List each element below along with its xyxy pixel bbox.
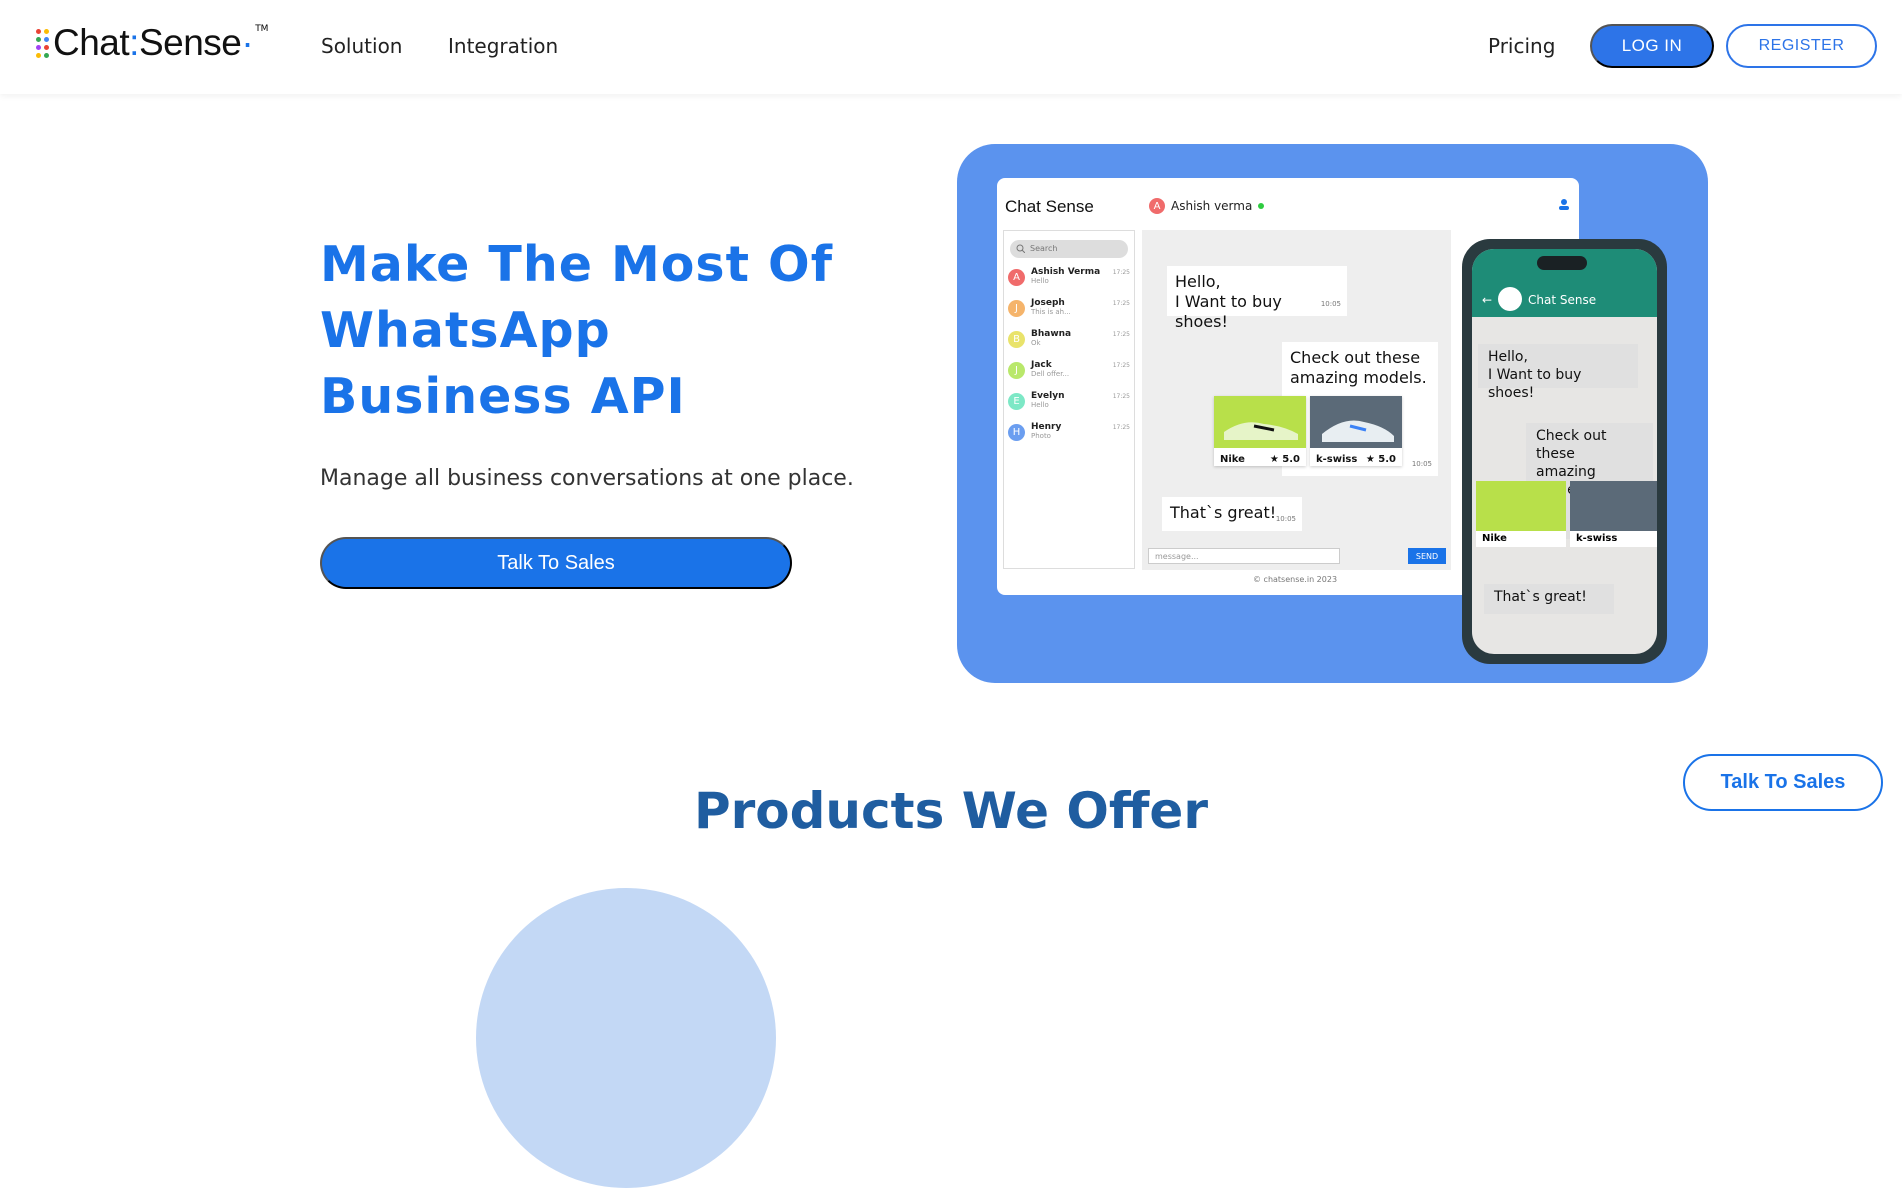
phone-avatar <box>1498 287 1522 311</box>
floating-talk-to-sales-button[interactable]: Talk To Sales <box>1683 754 1883 811</box>
phone-screen: ← Chat Sense Hello, I Want to buy shoes!… <box>1472 249 1657 654</box>
message-time: 10:05 <box>1320 300 1341 308</box>
chat-avatar: H <box>1008 424 1025 441</box>
products-section-title: Products We Offer <box>693 782 1208 840</box>
chat-time: 17:25 <box>1112 300 1130 307</box>
chat-avatar: A <box>1008 269 1025 286</box>
mockup-copyright: © chatsense.in 2023 <box>1253 575 1338 584</box>
message-time: 10:05 <box>1411 460 1432 468</box>
logo-dots-icon <box>36 28 49 58</box>
search-placeholder: Search <box>1030 244 1058 253</box>
login-button[interactable]: LOG IN <box>1590 24 1714 68</box>
chat-preview: This is ah... <box>1031 308 1071 316</box>
chat-preview: Hello <box>1031 401 1049 409</box>
phone-message: That`s great! <box>1484 584 1614 614</box>
message-bubble: Hello, I Want to buy shoes! 10:05 <box>1167 266 1347 331</box>
chat-avatar: E <box>1008 393 1025 410</box>
back-arrow-icon: ← <box>1482 293 1493 307</box>
decorative-blob <box>476 888 776 1188</box>
message-text: Hello, <box>1175 272 1221 291</box>
logo-trademark: TM <box>255 24 269 34</box>
chat-preview: Hello <box>1031 277 1049 285</box>
chat-name: Joseph <box>1031 298 1065 308</box>
phone-mockup: ← Chat Sense Hello, I Want to buy shoes!… <box>1462 239 1667 664</box>
product-name: Nike <box>1482 533 1507 544</box>
message-text: Hello, <box>1488 349 1528 365</box>
product-name: k-swiss <box>1316 454 1358 465</box>
chat-name: Ashish Verma <box>1031 267 1101 277</box>
hero-title: Make The Most Of WhatsApp Business API <box>320 236 834 425</box>
online-dot-icon <box>1258 203 1265 209</box>
phone-message: Hello, I Want to buy shoes! <box>1478 344 1638 401</box>
mockup-header: Chat Sense A Ashish verma <box>997 178 1579 228</box>
shoe-image-icon <box>1310 396 1402 448</box>
message-text: Check out these <box>1290 348 1421 367</box>
chat-list-item: J Joseph This is ah... 17:25 <box>1004 298 1134 329</box>
chat-list-item: E Evelyn Hello 17:25 <box>1004 391 1134 422</box>
mockup-contact: A Ashish verma <box>1149 198 1265 214</box>
chat-name: Henry <box>1031 422 1062 432</box>
contact-avatar: A <box>1149 198 1165 214</box>
mockup-logo: Chat Sense <box>1005 197 1094 216</box>
user-icon <box>1559 199 1569 210</box>
product-card: Nike ★ 5.0 <box>1214 396 1306 466</box>
chatsense-logo[interactable]: Chat:Sense· TM <box>36 22 268 64</box>
product-rating: ★ 5.0 <box>1269 454 1300 465</box>
nav-pricing[interactable]: Pricing <box>1488 34 1555 58</box>
product-card: k-swiss ★ 5.0 <box>1310 396 1402 466</box>
chat-list-item: H Henry Photo 17:25 <box>1004 422 1134 453</box>
phone-header: ← Chat Sense <box>1472 249 1657 317</box>
message-bubble: That`s great! 10:05 <box>1162 497 1302 531</box>
chat-time: 17:25 <box>1112 269 1130 276</box>
mockup-sidebar: Search A Ashish Verma Hello 17:25 J Josep… <box>1003 230 1135 569</box>
chat-avatar: J <box>1008 300 1025 317</box>
nav-integration[interactable]: Integration <box>448 34 558 58</box>
message-input: message... <box>1148 548 1340 564</box>
chat-time: 17:25 <box>1112 424 1130 431</box>
chat-name: Jack <box>1031 360 1052 370</box>
message-text: Check out these <box>1536 428 1607 462</box>
chat-time: 17:25 <box>1112 362 1130 369</box>
hero-subtitle: Manage all business conversations at one… <box>320 466 854 491</box>
chat-preview: Photo <box>1031 432 1051 440</box>
product-name: Nike <box>1220 454 1245 465</box>
chat-preview: Dell offer... <box>1031 370 1070 378</box>
message-text: I Want to buy shoes! <box>1488 367 1582 401</box>
send-button: SEND <box>1408 548 1446 564</box>
chat-list-item: J Jack Dell offer... 17:25 <box>1004 360 1134 391</box>
register-button[interactable]: REGISTER <box>1726 24 1877 68</box>
mockup-search: Search <box>1010 240 1128 258</box>
chat-time: 17:25 <box>1112 393 1130 400</box>
message-time: 10:05 <box>1275 515 1296 523</box>
phone-notch <box>1537 256 1587 270</box>
message-text: amazing models. <box>1290 368 1427 387</box>
nav-solution[interactable]: Solution <box>321 34 402 58</box>
contact-name: Ashish verma <box>1171 199 1253 213</box>
hero-illustration: Chat Sense A Ashish verma Search A Ashis… <box>957 144 1708 683</box>
top-navbar: Chat:Sense· TM Solution Integration Pric… <box>0 0 1902 94</box>
chat-name: Evelyn <box>1031 391 1065 401</box>
chat-avatar: B <box>1008 331 1025 348</box>
chat-preview: Ok <box>1031 339 1041 347</box>
chat-list-item: B Bhawna Ok 17:25 <box>1004 329 1134 360</box>
chat-avatar: J <box>1008 362 1025 379</box>
logo-text: Chat:Sense· <box>53 22 254 63</box>
message-text: That`s great! <box>1494 589 1587 605</box>
mockup-chat-pane: Hello, I Want to buy shoes! 10:05 Check … <box>1142 230 1451 570</box>
chat-name: Bhawna <box>1031 329 1072 339</box>
message-text: I Want to buy shoes! <box>1175 292 1282 331</box>
search-icon <box>1016 244 1025 253</box>
chat-time: 17:25 <box>1112 331 1130 338</box>
shoe-image-icon <box>1214 396 1306 448</box>
chat-list-item: A Ashish Verma Hello 17:25 <box>1004 267 1134 298</box>
talk-to-sales-button[interactable]: Talk To Sales <box>320 537 792 589</box>
product-rating: ★ 5.0 <box>1365 454 1396 465</box>
phone-title: Chat Sense <box>1528 293 1597 307</box>
product-name: k-swiss <box>1576 533 1618 544</box>
